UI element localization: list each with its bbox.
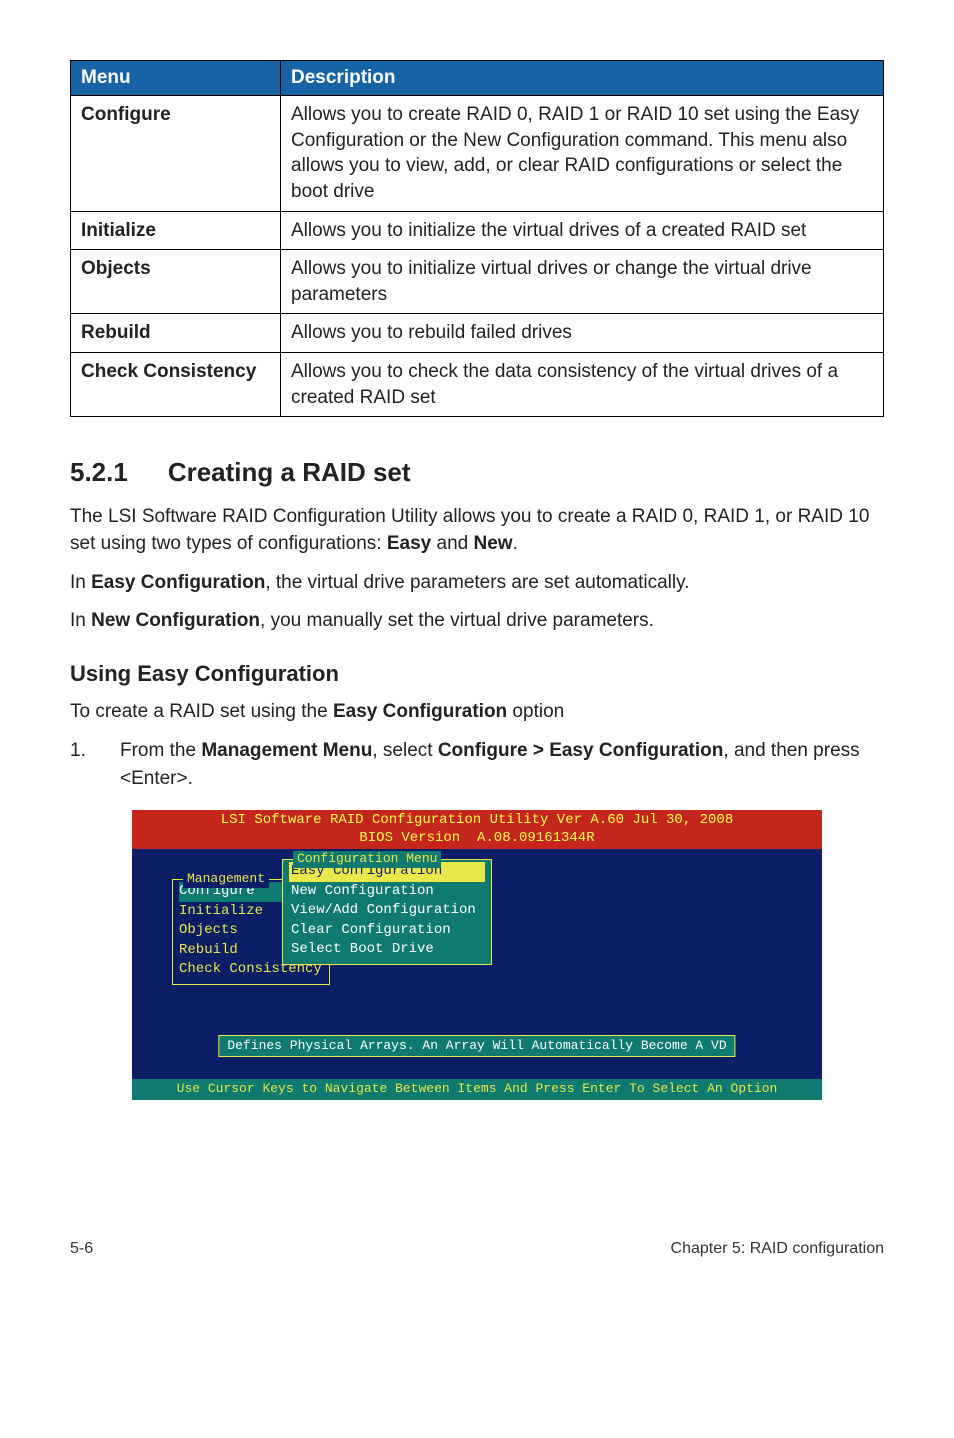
configuration-menu-title: Configuration Menu (293, 851, 441, 867)
step-1: 1. From the Management Menu, select Conf… (70, 737, 884, 792)
text-bold: Configure > Easy Configuration (438, 740, 724, 761)
bios-body: Management Configure Initialize Objects … (132, 849, 822, 1079)
table-row: Objects Allows you to initialize virtual… (71, 250, 884, 314)
text: To create a RAID set using the (70, 701, 333, 722)
chapter-label: Chapter 5: RAID configuration (671, 1240, 884, 1258)
menu-description-table: Menu Description Configure Allows you to… (70, 60, 884, 417)
table-row: Configure Allows you to create RAID 0, R… (71, 96, 884, 212)
desc-cell: Allows you to rebuild failed drives (281, 314, 884, 353)
text: , you manually set the virtual drive par… (260, 610, 654, 631)
desc-cell: Allows you to check the data consistency… (281, 353, 884, 417)
paragraph-create-raid: To create a RAID set using the Easy Conf… (70, 699, 884, 726)
paragraph-easy: In Easy Configuration, the virtual drive… (70, 570, 884, 597)
menu-cell: Rebuild (71, 314, 281, 353)
text: . (513, 533, 518, 554)
menu-cell: Initialize (71, 211, 281, 250)
text: In (70, 610, 91, 631)
management-menu-title: Management (183, 871, 269, 887)
config-item-view-add[interactable]: View/Add Configuration (289, 901, 485, 921)
config-item-boot-drive[interactable]: Select Boot Drive (289, 940, 485, 960)
text-bold: Management Menu (201, 740, 372, 761)
menu-cell: Objects (71, 250, 281, 314)
page-number: 5-6 (70, 1240, 93, 1258)
desc-cell: Allows you to initialize virtual drives … (281, 250, 884, 314)
text-bold: Easy (387, 533, 431, 554)
config-item-clear[interactable]: Clear Configuration (289, 921, 485, 941)
text-bold: New Configuration (91, 610, 260, 631)
text-bold: Easy Configuration (333, 701, 507, 722)
bios-title-line2: BIOS Version A.08.09161344R (132, 830, 822, 850)
configuration-menu-window: Configuration Menu Easy Configuration Ne… (282, 859, 492, 965)
config-item-new[interactable]: New Configuration (289, 882, 485, 902)
section-title: Creating a RAID set (168, 457, 411, 487)
table-row: Check Consistency Allows you to check th… (71, 353, 884, 417)
step-number: 1. (70, 737, 120, 792)
text-bold: Easy Configuration (91, 572, 265, 593)
step-text: From the Management Menu, select Configu… (120, 737, 884, 792)
bios-screenshot: LSI Software RAID Configuration Utility … (132, 810, 822, 1099)
table-header-menu: Menu (71, 61, 281, 96)
table-row: Initialize Allows you to initialize the … (71, 211, 884, 250)
text: and (431, 533, 473, 554)
subheading-easy-config: Using Easy Configuration (70, 661, 884, 687)
desc-cell: Allows you to create RAID 0, RAID 1 or R… (281, 96, 884, 212)
table-row: Rebuild Allows you to rebuild failed dri… (71, 314, 884, 353)
menu-cell: Configure (71, 96, 281, 212)
text-bold: New (473, 533, 512, 554)
page-footer: 5-6 Chapter 5: RAID configuration (70, 1240, 884, 1258)
bios-footer-hint: Use Cursor Keys to Navigate Between Item… (132, 1079, 822, 1099)
text: , select (372, 740, 437, 761)
bios-title-line1: LSI Software RAID Configuration Utility … (132, 810, 822, 830)
section-heading: 5.2.1 Creating a RAID set (70, 457, 884, 488)
paragraph-new: In New Configuration, you manually set t… (70, 608, 884, 635)
section-number: 5.2.1 (70, 457, 128, 488)
text: In (70, 572, 91, 593)
paragraph-intro: The LSI Software RAID Configuration Util… (70, 504, 884, 557)
bios-status-box: Defines Physical Arrays. An Array Will A… (218, 1035, 735, 1057)
text: From the (120, 740, 201, 761)
desc-cell: Allows you to initialize the virtual dri… (281, 211, 884, 250)
table-header-description: Description (281, 61, 884, 96)
menu-cell: Check Consistency (71, 353, 281, 417)
text: option (507, 701, 564, 722)
text: , the virtual drive parameters are set a… (265, 572, 689, 593)
